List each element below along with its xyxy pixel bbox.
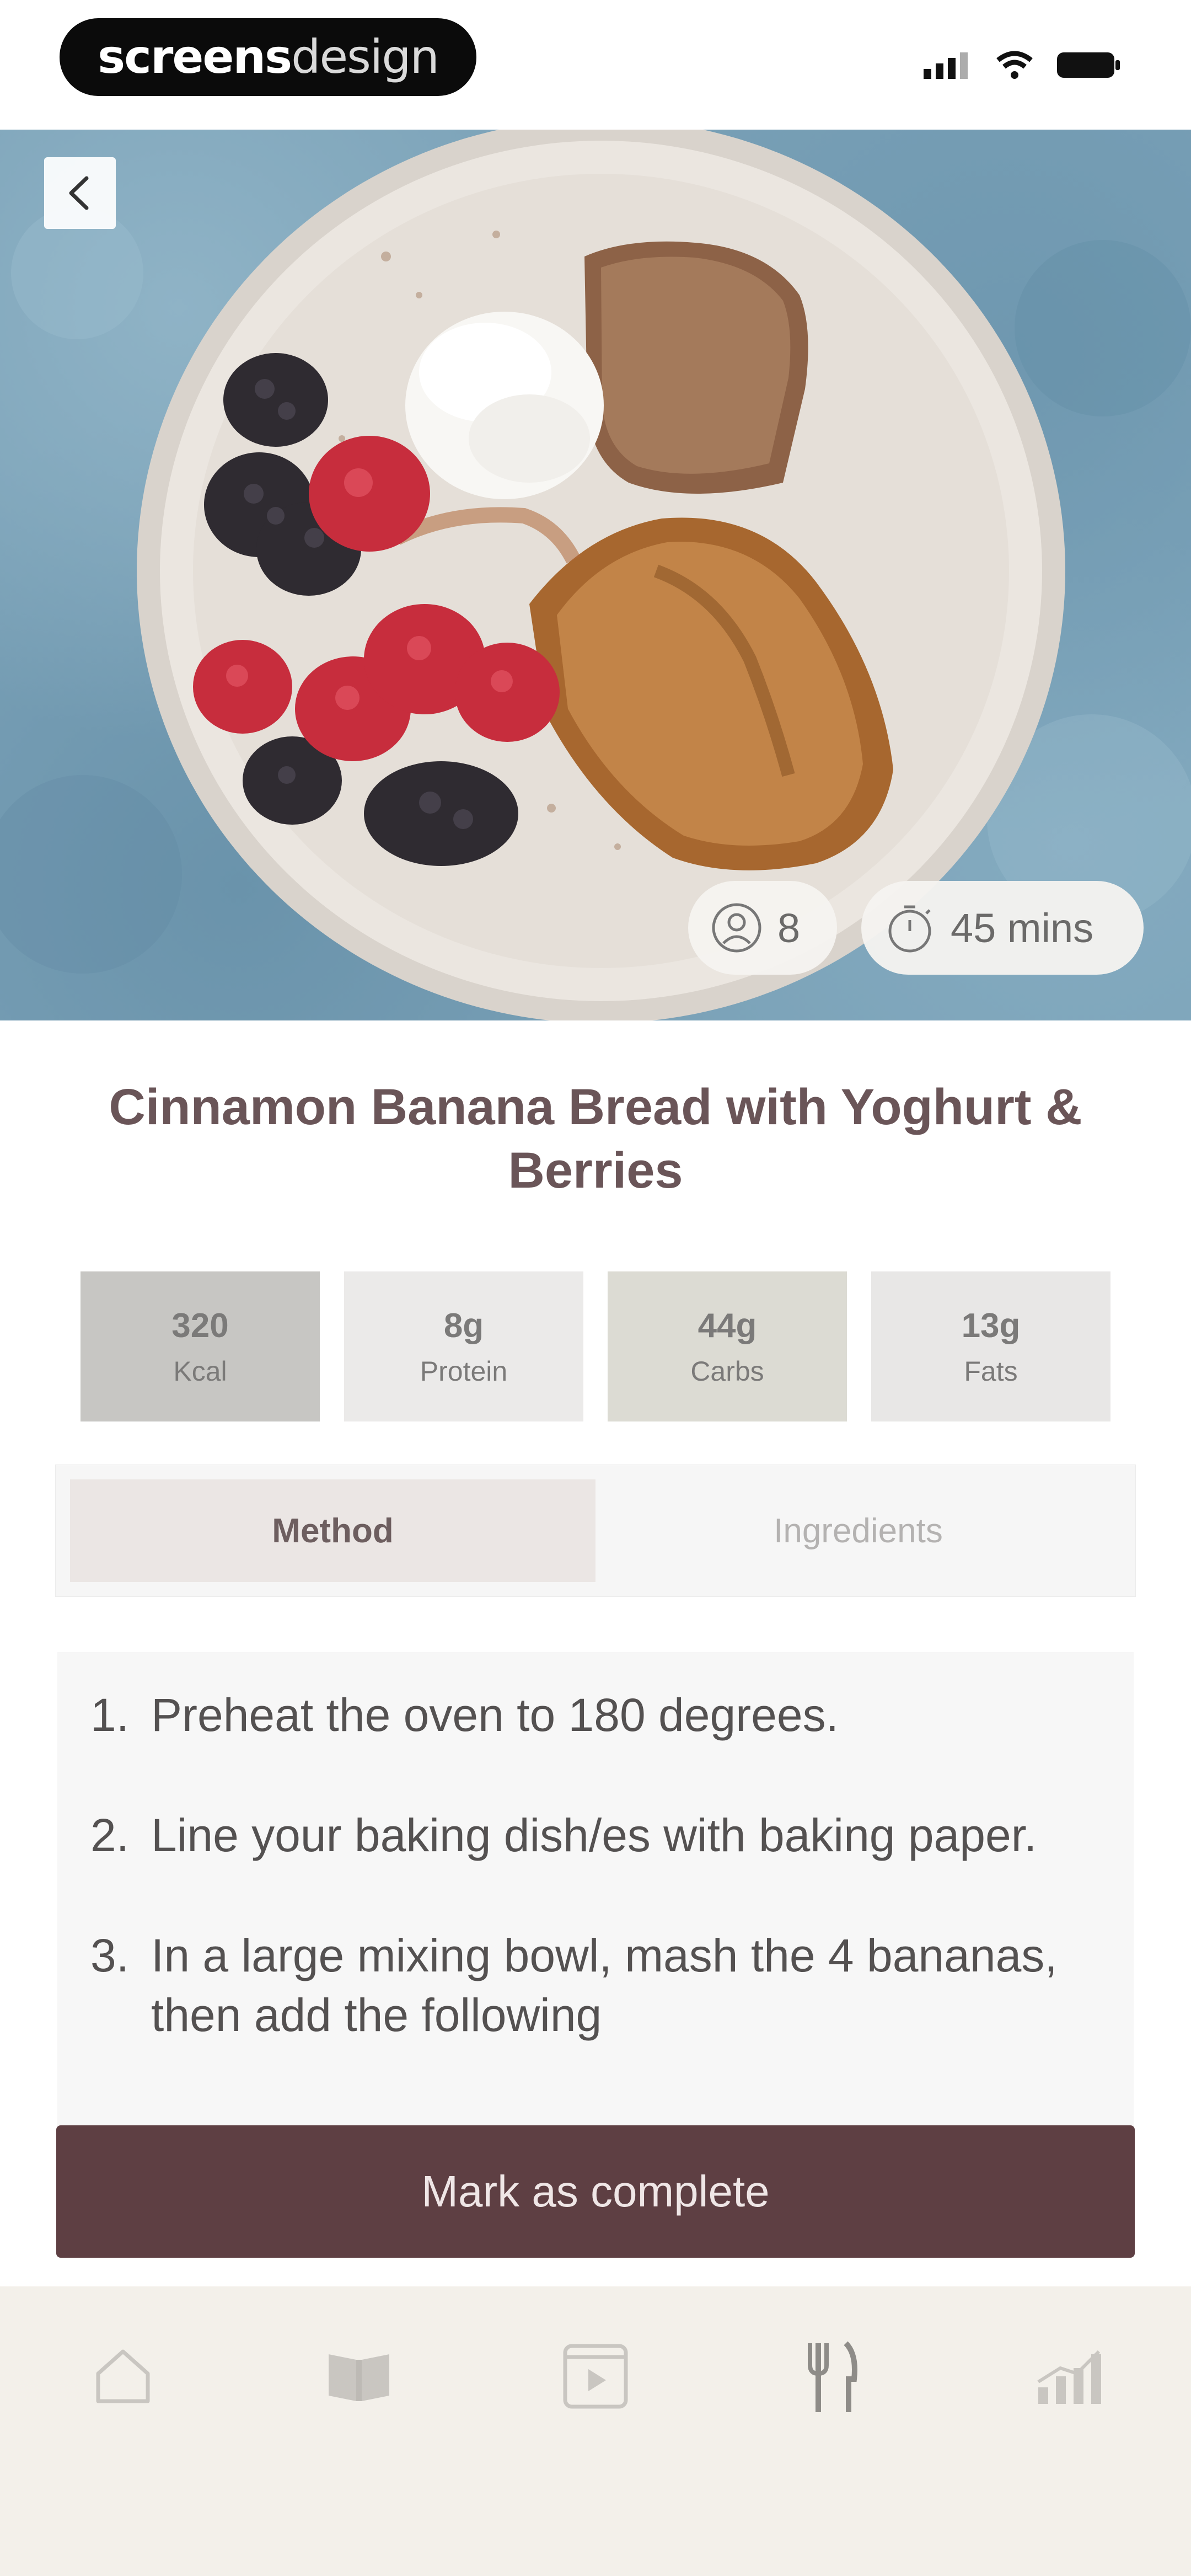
cook-time-chip: 45 mins <box>861 881 1144 975</box>
step-text: In a large mixing bowl, mash the 4 banan… <box>151 1930 1058 2041</box>
cook-time: 45 mins <box>951 905 1094 951</box>
video-icon <box>563 2344 628 2408</box>
nav-video[interactable] <box>559 2339 633 2413</box>
macros-row: 320 Kcal 8g Protein 44g Carbs 13g Fats <box>81 1271 1110 1421</box>
wifi-icon <box>996 51 1033 79</box>
macro-value: 8g <box>443 1306 484 1345</box>
macro-kcal: 320 Kcal <box>81 1271 320 1421</box>
status-bar: screensdesign <box>0 0 1191 130</box>
nav-book[interactable] <box>322 2339 396 2413</box>
recipe-tabs: Method Ingredients <box>55 1465 1136 1597</box>
back-button[interactable] <box>44 157 116 229</box>
method-step: 3. In a large mixing bowl, mash the 4 ba… <box>90 1926 1101 2045</box>
bottom-nav <box>0 2286 1191 2576</box>
step-number: 3. <box>90 1930 130 1981</box>
chevron-left-icon <box>69 176 89 210</box>
nav-home[interactable] <box>85 2339 160 2413</box>
macro-carbs: 44g Carbs <box>608 1271 847 1421</box>
servings-chip: 8 <box>688 881 837 975</box>
step-text: Line your baking dish/es with baking pap… <box>151 1809 1037 1861</box>
method-step: 1. Preheat the oven to 180 degrees. <box>90 1685 1101 1745</box>
macro-label: Fats <box>964 1355 1018 1387</box>
recipe-hero-image: 8 45 mins <box>0 130 1191 1020</box>
method-step: 2. Line your baking dish/es with baking … <box>90 1805 1101 1865</box>
macro-value: 13g <box>961 1306 1021 1345</box>
nav-recipes[interactable] <box>795 2339 869 2413</box>
macro-value: 44g <box>698 1306 757 1345</box>
method-panel[interactable]: 1. Preheat the oven to 180 degrees. 2. L… <box>57 1652 1134 2149</box>
stopwatch-icon <box>888 905 931 953</box>
brand-light: design <box>291 30 439 84</box>
macro-fats: 13g Fats <box>871 1271 1110 1421</box>
macro-protein: 8g Protein <box>344 1271 583 1421</box>
tab-ingredients[interactable]: Ingredients <box>596 1479 1121 1582</box>
macro-label: Protein <box>420 1355 508 1387</box>
brand-bold: screens <box>98 30 292 84</box>
servings-count: 8 <box>777 905 801 951</box>
recipe-title: Cinnamon Banana Bread with Yoghurt & Ber… <box>109 1079 1082 1199</box>
home-icon <box>96 2349 149 2403</box>
macro-value: 320 <box>171 1306 229 1345</box>
mark-complete-button[interactable]: Mark as complete <box>56 2125 1135 2258</box>
macro-label: Carbs <box>690 1355 764 1387</box>
nav-progress[interactable] <box>1031 2339 1106 2413</box>
brand-logo: screensdesign <box>60 18 476 96</box>
status-icons <box>924 49 1122 82</box>
book-icon <box>329 2354 390 2401</box>
step-number: 2. <box>90 1809 130 1861</box>
tab-method[interactable]: Method <box>70 1479 596 1582</box>
chart-icon <box>1037 2350 1101 2404</box>
step-text: Preheat the oven to 180 degrees. <box>151 1689 839 1741</box>
macro-label: Kcal <box>173 1355 227 1387</box>
fork-knife-icon <box>807 2340 857 2412</box>
step-number: 1. <box>90 1689 130 1741</box>
method-steps: 1. Preheat the oven to 180 degrees. 2. L… <box>57 1652 1134 2045</box>
user-icon <box>712 903 761 953</box>
battery-icon <box>1057 52 1120 78</box>
signal-icon <box>924 52 968 79</box>
